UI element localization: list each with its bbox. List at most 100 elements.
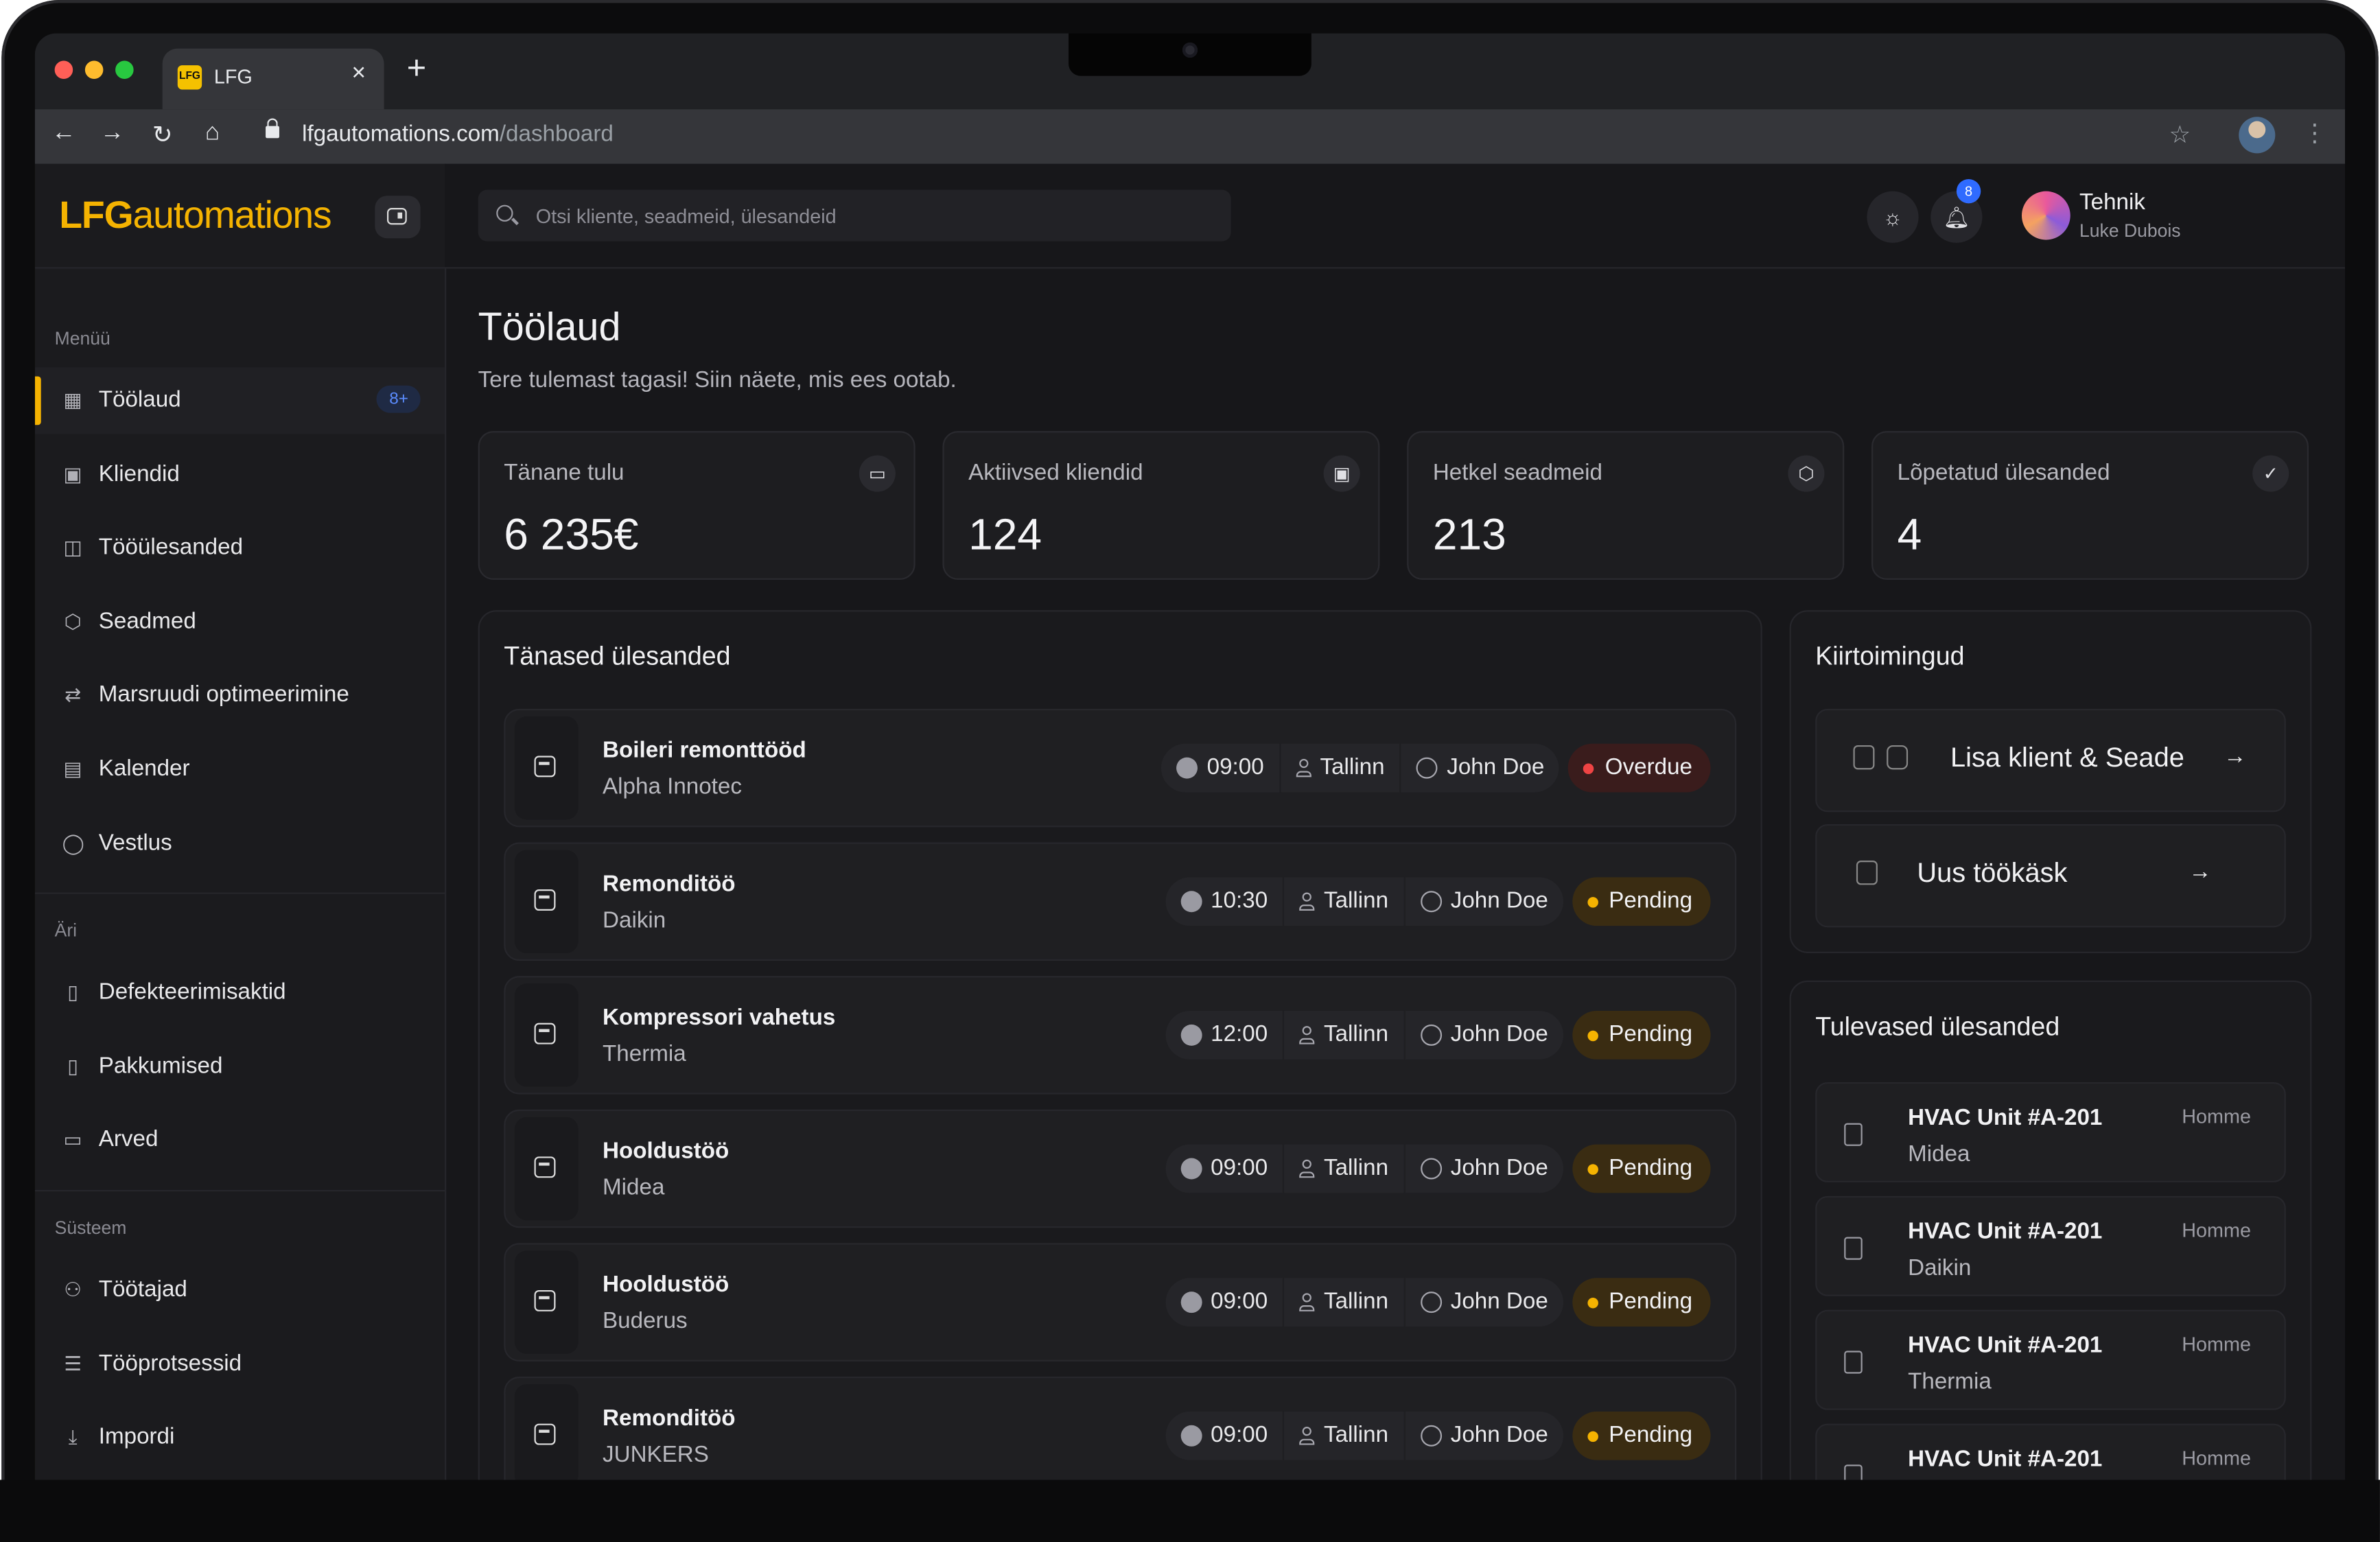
briefcase-icon: ◫ xyxy=(63,536,82,559)
tab-close-icon[interactable]: × xyxy=(351,60,366,88)
route-icon: ⇄ xyxy=(65,684,82,707)
sidebar-item-label: Defekteerimisaktid xyxy=(98,979,286,1005)
status-badge: Pending xyxy=(1572,1411,1711,1460)
task-meta: 10:30 Tallinn John Doe Pending xyxy=(1165,877,1711,926)
sidebar-item-t-protsessid[interactable]: ☰ Tööprotsessid xyxy=(35,1331,445,1397)
sidebar-item-label: Marsruudi optimeerimine xyxy=(98,681,349,708)
today-tasks-panel: Tänased ülesanded Boileri remonttööd Alph… xyxy=(478,610,1762,1480)
upcoming-task-row[interactable]: HVAC Unit #A-201 Daikin Homme xyxy=(1815,1195,2286,1296)
sidebar-section-system: Süsteem xyxy=(54,1217,127,1239)
task-row[interactable]: Hooldustöö Buderus 09:00 Tallinn John Doe Pen… xyxy=(504,1243,1737,1362)
sidebar-item-impordi[interactable]: ⤓ Impordi xyxy=(35,1404,445,1471)
status-text: Pending xyxy=(1609,887,1693,914)
location-pin-icon xyxy=(1299,1158,1315,1180)
contacts-icon: ▣ xyxy=(1323,455,1360,492)
sidebar-item-label: Töölaud xyxy=(98,386,181,413)
upcoming-when: Homme xyxy=(2182,1332,2251,1356)
home-icon[interactable]: ⌂ xyxy=(196,120,229,148)
upcoming-when: Homme xyxy=(2182,1218,2251,1242)
url-host: lfgautomations.com xyxy=(302,121,500,148)
upcoming-task-row[interactable]: HVAC Unit #A-201 Thermia Homme xyxy=(1815,1309,2286,1410)
status-dot-icon xyxy=(1587,1029,1598,1041)
brand-logo[interactable]: LFGautomations xyxy=(59,194,331,238)
sidebar-item-arved[interactable]: ▭ Arved xyxy=(35,1107,445,1173)
upcoming-tasks-panel: Tulevased ülesanded HVAC Unit #A-201 Mide… xyxy=(1789,980,2312,1480)
task-row[interactable]: Boileri remonttööd Alpha Innotec 09:00 Tall… xyxy=(504,708,1737,828)
task-row[interactable]: Kompressori vahetus Thermia 12:00 Tallinn Jo… xyxy=(504,976,1737,1095)
clipboard-icon xyxy=(1844,1237,1863,1260)
page-title: Töölaud xyxy=(478,303,621,349)
sidebar-item-seadmed[interactable]: ⬡ Seadmed xyxy=(35,589,445,655)
stat-label: Tänane tulu xyxy=(504,460,625,486)
cash-icon: ▭ xyxy=(859,455,896,492)
task-location: Tallinn xyxy=(1283,877,1404,926)
sidebar-collapse-button[interactable] xyxy=(375,196,421,239)
clock-icon xyxy=(1180,1292,1202,1313)
upcoming-title: HVAC Unit #A-201 xyxy=(1908,1446,2103,1473)
camera-notch xyxy=(1069,33,1311,76)
logo-text: automations xyxy=(132,194,332,237)
upcoming-task-row[interactable]: HVAC Unit #A-201 Midea Homme xyxy=(1815,1082,2286,1182)
status-badge: Pending xyxy=(1572,877,1711,926)
task-row[interactable]: Remonditöö Daikin 10:30 Tallinn John Doe Pend… xyxy=(504,842,1737,961)
task-time: 09:00 xyxy=(1165,1411,1283,1460)
task-icon-tile xyxy=(514,1250,579,1354)
task-client: Buderus xyxy=(603,1308,688,1335)
sidebar-item-marsruudi-optimeerimine[interactable]: ⇄ Marsruudi optimeerimine xyxy=(35,662,445,729)
search-input[interactable]: Otsi kliente, seadmeid, ülesandeid xyxy=(478,189,1231,242)
sidebar-item-label: Tööprotsessid xyxy=(98,1350,242,1377)
stat-value: 213 xyxy=(1432,511,1506,561)
sidebar-item-kalender[interactable]: ▤ Kalender xyxy=(35,736,445,803)
back-icon[interactable]: ← xyxy=(47,120,81,148)
reload-icon[interactable]: ↻ xyxy=(145,120,179,150)
status-dot-icon xyxy=(1587,1430,1598,1442)
upcoming-title: HVAC Unit #A-201 xyxy=(1908,1105,2103,1131)
today-tasks-title: Tänased ülesanded xyxy=(504,642,731,671)
sidebar-item-defekteerimisaktid[interactable]: ▯ Defekteerimisaktid xyxy=(35,959,445,1026)
theme-toggle-button[interactable]: ☼ xyxy=(1867,191,1919,243)
task-client: Midea xyxy=(603,1174,665,1201)
search-placeholder: Otsi kliente, seadmeid, ülesandeid xyxy=(535,205,837,228)
dashboard-icon: ▦ xyxy=(63,388,82,412)
quick-action-label: Uus töökäsk xyxy=(1917,857,2068,888)
forward-icon[interactable]: → xyxy=(95,120,129,148)
add-client-device-button[interactable]: Lisa klient & Seade → xyxy=(1815,708,2286,813)
new-tab-icon[interactable]: + xyxy=(407,51,426,85)
sidebar-item-kliendid[interactable]: ▣ Kliendid xyxy=(35,441,445,508)
upcoming-client: Thermia xyxy=(1908,1368,1992,1395)
browser-profile-avatar[interactable] xyxy=(2239,117,2276,154)
clipboard-icon xyxy=(1844,1123,1863,1146)
window-zoom-button[interactable] xyxy=(115,60,134,80)
sidebar-section-business: Äri xyxy=(54,920,78,942)
task-row[interactable]: Remonditöö JUNKERS 09:00 Tallinn John Doe Pen… xyxy=(504,1377,1737,1480)
clipboard-icon xyxy=(1856,861,1878,885)
new-work-order-button[interactable]: Uus töökäsk → xyxy=(1815,823,2286,928)
sidebar-count-badge: 8+ xyxy=(377,385,421,413)
sidebar-item-vestlus[interactable]: ◯ Vestlus xyxy=(35,810,445,876)
task-time-text: 12:00 xyxy=(1211,1021,1268,1048)
user-name: Luke Dubois xyxy=(2079,220,2181,242)
task-meta: 09:00 Tallinn John Doe Pending xyxy=(1165,1144,1711,1193)
window-close-button[interactable] xyxy=(54,60,73,80)
sidebar-item-t-tajad[interactable]: ⚇ Töötajad xyxy=(35,1257,445,1323)
task-icon-tile xyxy=(514,983,579,1087)
task-row[interactable]: Hooldustöö Midea 09:00 Tallinn John Doe Pendi… xyxy=(504,1109,1737,1228)
bookmark-star-icon[interactable]: ☆ xyxy=(2169,120,2191,150)
location-pin-icon xyxy=(1299,891,1315,912)
location-pin-icon xyxy=(1299,1425,1315,1447)
sidebar-item-t-lesanded[interactable]: ◫ Tööülesanded xyxy=(35,515,445,581)
status-dot-icon xyxy=(1587,896,1598,907)
import-icon: ⤓ xyxy=(68,1425,78,1449)
workflow-icon: ☰ xyxy=(64,1351,82,1375)
sidebar-item-pakkumised[interactable]: ▯ Pakkumised xyxy=(35,1033,445,1099)
browser-menu-icon[interactable]: ⋮ xyxy=(2302,119,2326,149)
user-avatar[interactable] xyxy=(2021,191,2070,240)
status-badge: Overdue xyxy=(1568,743,1711,793)
window-minimize-button[interactable] xyxy=(84,60,104,80)
sidebar-item-t-laud[interactable]: ▦ Töölaud 8+ xyxy=(34,367,445,434)
upcoming-task-row[interactable]: HVAC Unit #A-201Name of CompanyHomme xyxy=(1815,1423,2286,1480)
address-bar[interactable]: lfgautomations.com/dashboard xyxy=(302,121,614,148)
status-text: Pending xyxy=(1609,1021,1693,1048)
browser-tab[interactable]: LFG LFG × xyxy=(162,48,384,110)
upcoming-when: Homme xyxy=(2182,1105,2251,1128)
